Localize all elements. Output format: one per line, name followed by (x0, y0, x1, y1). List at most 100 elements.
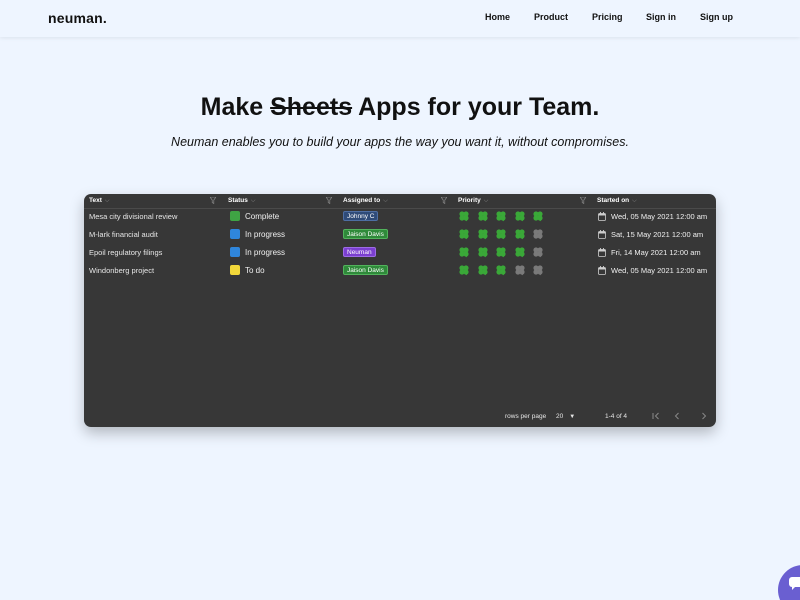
cell-assigned[interactable]: Jaison Davis (343, 226, 388, 244)
next-page-icon[interactable] (699, 411, 709, 421)
cell-started-on[interactable]: Wed, 05 May 2021 12:00 am (598, 208, 707, 226)
caret-down-icon: ▼ (569, 414, 576, 420)
cell-status[interactable]: In progress (230, 226, 285, 244)
top-navbar: neuman. Home Product Pricing Sign in Sig… (0, 0, 800, 37)
table-row[interactable]: M-lark financial audit In progress Jaiso… (84, 226, 716, 244)
column-header-label: Started on (597, 197, 630, 204)
cell-text: M-lark financial audit (89, 230, 158, 239)
table-row[interactable]: Epoil regulatory filings In progress Neu… (84, 244, 716, 262)
assignee-chip: Neuman (343, 247, 376, 258)
chevron-down-icon: ⌵ (250, 198, 256, 204)
status-label: To do (245, 266, 265, 275)
status-color-swatch (230, 265, 240, 276)
calendar-icon (598, 211, 606, 221)
rows-per-page-select[interactable]: 20 ▼ (556, 413, 575, 420)
cell-started-on[interactable]: Sat, 15 May 2021 12:00 am (598, 226, 703, 244)
clover-icon-empty[interactable] (532, 246, 544, 258)
cell-status[interactable]: Complete (230, 208, 279, 226)
cell-priority[interactable] (458, 226, 551, 244)
clover-icon-empty[interactable] (514, 264, 526, 276)
calendar-icon (598, 265, 606, 275)
prev-page-icon[interactable] (672, 411, 682, 421)
nav-link-sign-in[interactable]: Sign in (646, 12, 676, 22)
column-header-label: Assigned to (343, 197, 381, 204)
cell-started-on[interactable]: Wed, 05 May 2021 12:00 am (598, 262, 707, 280)
table-row[interactable]: Windonberg project To do Jaison Davis We… (84, 262, 716, 280)
clover-icon-filled[interactable] (458, 246, 470, 258)
column-header-assigned-to[interactable]: Assigned to ⌵ (343, 197, 388, 207)
clover-icon-filled[interactable] (495, 210, 507, 222)
first-page-icon[interactable] (651, 411, 661, 421)
status-label: In progress (245, 248, 286, 257)
assignee-chip: Jaison Davis (343, 265, 388, 276)
filter-icon[interactable] (210, 197, 216, 204)
cell-text: Epoil regulatory filings (89, 248, 163, 257)
cell-started-on[interactable]: Fri, 14 May 2021 12:00 am (598, 244, 701, 262)
pagination-range: 1-4 of 4 (605, 413, 628, 420)
clover-icon-empty[interactable] (532, 264, 544, 276)
column-header-status[interactable]: Status ⌵ (228, 197, 255, 207)
status-color-swatch (230, 229, 240, 240)
table-header: Text ⌵ Status ⌵ Assigned to ⌵ Priority ⌵ Sta… (84, 194, 716, 209)
filter-icon[interactable] (326, 197, 332, 204)
chat-launcher-button[interactable] (778, 565, 800, 600)
sheet-table: Text ⌵ Status ⌵ Assigned to ⌵ Priority ⌵ Sta… (84, 194, 716, 427)
clover-icon-filled[interactable] (495, 228, 507, 240)
rows-per-page-label: rows per page (505, 413, 547, 420)
filter-icon[interactable] (580, 197, 586, 204)
status-label: Complete (245, 212, 280, 221)
clover-icon-filled[interactable] (514, 246, 526, 258)
chevron-down-icon: ⌵ (632, 198, 637, 204)
column-header-priority[interactable]: Priority ⌵ (458, 197, 488, 207)
clover-icon-filled[interactable] (477, 246, 489, 258)
column-header-text[interactable]: Text ⌵ (89, 197, 109, 207)
column-header-started-on[interactable]: Started on ⌵ (597, 197, 637, 207)
calendar-icon (598, 247, 606, 257)
cell-assigned[interactable]: Jaison Davis (343, 262, 388, 280)
cell-status[interactable]: To do (230, 262, 265, 280)
date-label: Wed, 05 May 2021 12:00 am (611, 212, 708, 221)
clover-icon-filled[interactable] (477, 264, 489, 276)
status-color-swatch (230, 247, 240, 258)
status-color-swatch (230, 211, 240, 222)
nav-link-product[interactable]: Product (534, 12, 568, 22)
calendar-icon (598, 229, 606, 239)
table-row[interactable]: Mesa city divisional review Complete Joh… (84, 208, 716, 226)
hero-title: Make Sheets Apps for your Team. (0, 93, 800, 122)
cell-text: Mesa city divisional review (89, 212, 178, 221)
status-label: In progress (245, 230, 286, 239)
clover-icon-filled[interactable] (495, 246, 507, 258)
column-header-label: Priority (458, 197, 481, 204)
cell-priority[interactable] (458, 262, 551, 280)
chevron-down-icon: ⌵ (104, 198, 110, 204)
filter-icon[interactable] (441, 197, 447, 204)
date-label: Wed, 05 May 2021 12:00 am (611, 266, 708, 275)
assignee-chip: Jaison Davis (343, 229, 388, 240)
hero-subtitle: Neuman enables you to build your apps th… (171, 135, 629, 149)
hero-title-after: Apps for your Team. (352, 93, 600, 121)
clover-icon-filled[interactable] (458, 210, 470, 222)
hero-title-strike: Sheets (270, 93, 353, 121)
clover-icon-filled[interactable] (495, 264, 507, 276)
cell-assigned[interactable]: Johnny C (343, 208, 379, 226)
clover-icon-filled[interactable] (514, 228, 526, 240)
nav-link-sign-up[interactable]: Sign up (700, 12, 733, 22)
cell-status[interactable]: In progress (230, 244, 285, 262)
cell-assigned[interactable]: Neuman (343, 244, 376, 262)
clover-icon-filled[interactable] (458, 228, 470, 240)
nav-link-home[interactable]: Home (485, 12, 510, 22)
clover-icon-filled[interactable] (458, 264, 470, 276)
column-header-label: Text (89, 197, 102, 204)
clover-icon-filled[interactable] (477, 228, 489, 240)
cell-priority[interactable] (458, 244, 551, 262)
clover-icon-filled[interactable] (477, 210, 489, 222)
nav-link-pricing[interactable]: Pricing (592, 12, 623, 22)
clover-icon-filled[interactable] (514, 210, 526, 222)
column-header-label: Status (228, 197, 248, 204)
chevron-down-icon: ⌵ (483, 198, 489, 204)
cell-priority[interactable] (458, 208, 551, 226)
cell-text: Windonberg project (89, 266, 155, 275)
clover-icon-empty[interactable] (532, 228, 544, 240)
clover-icon-filled[interactable] (532, 210, 544, 222)
chevron-down-icon: ⌵ (383, 198, 388, 204)
